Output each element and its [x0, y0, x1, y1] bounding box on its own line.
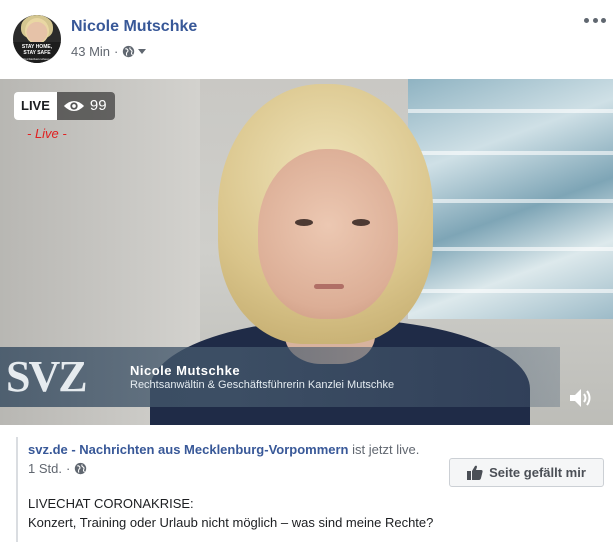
viewer-count: 99 [89, 97, 107, 114]
shared-status-text: ist jetzt live. [352, 442, 420, 457]
svz-logo: SVZ [6, 352, 88, 401]
post-card: STAY HOME, STAY SAFE #wirbleibenzuhause … [0, 0, 613, 542]
more-dot [584, 17, 589, 23]
painting-stroke [408, 289, 613, 293]
post-meta: 43 Min · [71, 44, 147, 59]
globe-icon [75, 462, 87, 475]
video-background-painting [408, 79, 613, 319]
live-badge: LIVE 99 [14, 92, 115, 120]
volume-icon[interactable] [568, 387, 594, 409]
painting-stroke [408, 151, 613, 155]
live-subtitle: - Live - [27, 126, 67, 141]
live-label: LIVE [14, 92, 57, 120]
avatar-text-line3: #wirbleibenzuhause [22, 57, 52, 61]
post-time[interactable]: 43 Min [71, 44, 110, 59]
author-name[interactable]: Nicole Mutschke [71, 18, 197, 36]
shared-page-block: svz.de - Nachrichten aus Mecklenburg-Vor… [16, 437, 613, 542]
speaker-eye [295, 219, 313, 226]
more-dot [592, 17, 598, 23]
painting-stroke [408, 109, 613, 113]
like-page-label: Seite gefällt mir [489, 465, 586, 480]
post-header: STAY HOME, STAY SAFE #wirbleibenzuhause … [0, 0, 613, 78]
avatar-face [25, 18, 49, 44]
live-video[interactable]: SVZ Nicole Mutschke Rechtsanwältin & Ges… [0, 79, 613, 425]
more-options-icon[interactable] [584, 14, 606, 26]
shared-page-name[interactable]: svz.de - Nachrichten aus Mecklenburg-Vor… [28, 442, 349, 457]
avatar[interactable]: STAY HOME, STAY SAFE #wirbleibenzuhause [13, 15, 61, 63]
lower-third-title: Rechtsanwältin & Geschäftsführerin Kanzl… [130, 379, 395, 391]
painting-stroke [408, 199, 613, 203]
speaker-eye [352, 219, 370, 226]
more-dot [601, 17, 606, 23]
viewer-counter: 99 [56, 92, 115, 120]
description-line2: Konzert, Training oder Urlaub nicht mögl… [28, 515, 434, 530]
caret-down-icon[interactable] [138, 49, 147, 54]
thumbs-up-icon [467, 465, 483, 480]
description-line1: LIVECHAT CORONAKRISE: [28, 496, 194, 511]
meta-separator: · [114, 44, 119, 59]
speaker-mouth [314, 284, 344, 289]
lower-third-name: Nicole Mutschke [130, 363, 241, 378]
shared-time[interactable]: 1 Std. [28, 461, 62, 476]
shared-status-line: svz.de - Nachrichten aus Mecklenburg-Vor… [28, 442, 419, 457]
like-page-button[interactable]: Seite gefällt mir [449, 458, 604, 487]
speaker-face [258, 149, 398, 319]
painting-stroke [408, 247, 613, 251]
shared-meta: 1 Std. · [28, 461, 87, 476]
avatar-text-line2: STAY SAFE [23, 50, 51, 56]
meta-separator: · [65, 461, 71, 476]
globe-icon[interactable] [122, 45, 135, 58]
eye-icon [63, 100, 84, 112]
